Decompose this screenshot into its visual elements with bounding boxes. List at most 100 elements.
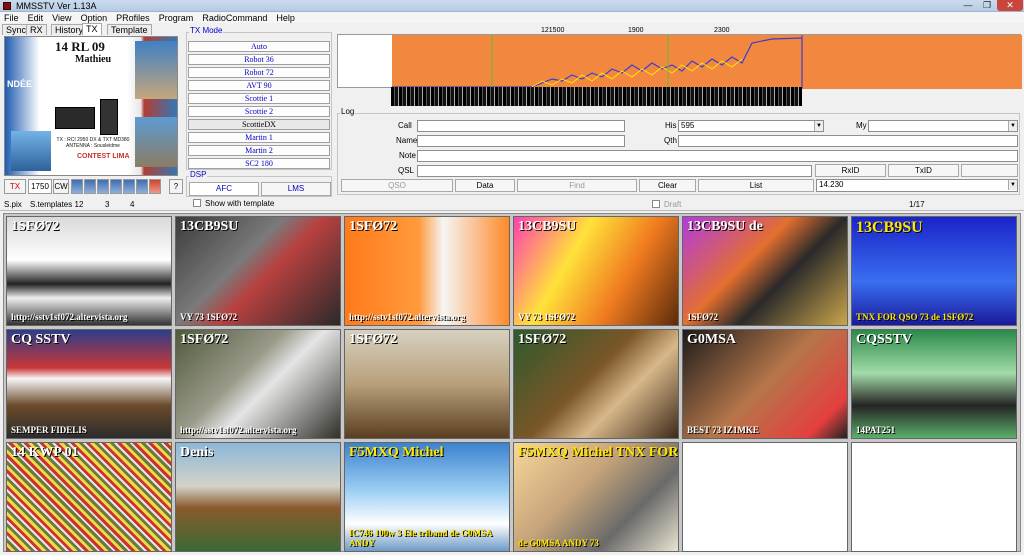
chevron-down-icon[interactable]: ▼ bbox=[1008, 121, 1017, 131]
note-field[interactable] bbox=[417, 150, 1018, 162]
draft-checkbox[interactable] bbox=[652, 200, 660, 208]
gallery-thumbnail[interactable]: 1SFØ72 bbox=[513, 329, 679, 439]
thumbnail-caption: 1SFØ72 bbox=[180, 332, 229, 347]
image-tool-icon[interactable] bbox=[97, 179, 109, 194]
freq-label-1: 121500 bbox=[541, 27, 565, 34]
gallery-thumbnail[interactable]: CQSSTV 14PAT251 bbox=[851, 329, 1017, 439]
tab-templates4[interactable]: 4 bbox=[130, 200, 134, 210]
gallery-thumbnail[interactable]: 13CB9SU VY 73 1SFØ72 bbox=[175, 216, 341, 326]
clear-button[interactable]: Clear bbox=[639, 179, 696, 192]
thumbnail-subcaption: IC746 100w 3 Ele triband de G0MSA ANDY bbox=[349, 528, 493, 548]
help-button[interactable]: ? bbox=[169, 179, 183, 194]
draft-label[interactable]: Draft bbox=[652, 200, 681, 210]
gallery-thumbnail[interactable]: 14 KWP 01 bbox=[6, 442, 172, 552]
show-template-checkbox[interactable] bbox=[193, 199, 201, 207]
image-tool-icon[interactable] bbox=[84, 179, 96, 194]
gallery-thumbnail[interactable]: 13CB9SU VY 73 1SFØ72 bbox=[513, 216, 679, 326]
mode-button-robot72[interactable]: Robot 72 bbox=[188, 67, 330, 78]
image-tool-icon[interactable] bbox=[110, 179, 122, 194]
gallery-thumbnail[interactable]: 1SFØ72 http://sstv1sf072.altervista.org bbox=[175, 329, 341, 439]
empty-slot[interactable] bbox=[851, 442, 1017, 552]
his-value: 595 bbox=[681, 121, 695, 130]
tab-templates3[interactable]: 3 bbox=[105, 200, 109, 210]
tx-mode-group: TX Mode Auto Robot 36 Robot 72 AVT 90 Sc… bbox=[186, 26, 332, 170]
image-tool-icon[interactable] bbox=[71, 179, 83, 194]
spectrum-trace bbox=[392, 35, 803, 89]
mode-button-martin1[interactable]: Martin 1 bbox=[188, 132, 330, 143]
his-field[interactable]: 595 ▼ bbox=[678, 120, 824, 132]
gallery-tabs: S.pix S.templates 1 2 3 4 Draft 1/17 bbox=[0, 199, 1024, 211]
gallery-thumbnail[interactable]: F5MXQ Michel IC746 100w 3 Ele triband de … bbox=[344, 442, 510, 552]
image-tool-icon[interactable] bbox=[123, 179, 135, 194]
cw-button[interactable]: CW bbox=[53, 179, 69, 194]
gallery-thumbnail[interactable]: 13CB9SU de 1SFØ72 bbox=[682, 216, 848, 326]
my-field[interactable]: ▼ bbox=[868, 120, 1018, 132]
tx-toolbar: TX 1750 CW ? bbox=[4, 179, 184, 194]
gallery-thumbnail[interactable]: 1SFØ72 http://sstv1sf072.altervista.org bbox=[6, 216, 172, 326]
mode-button-avt90[interactable]: AVT 90 bbox=[188, 80, 330, 91]
tab-templates2[interactable]: 2 bbox=[79, 200, 83, 210]
tx-frequency-field[interactable]: 1750 bbox=[28, 179, 52, 194]
sync-button[interactable] bbox=[961, 164, 1018, 177]
qsl-field[interactable] bbox=[417, 165, 812, 177]
empty-slot[interactable] bbox=[682, 442, 848, 552]
qth-field[interactable] bbox=[678, 135, 1018, 147]
mode-button-robot36[interactable]: Robot 36 bbox=[188, 54, 330, 65]
show-template-row[interactable]: Show with template bbox=[193, 199, 274, 209]
tx-image-preview[interactable]: 14 RL 09 Mathieu NDÉE TX : RCI 2950 DX &… bbox=[4, 36, 178, 176]
frequency-value: 14.230 bbox=[819, 180, 844, 189]
call-field[interactable] bbox=[417, 120, 625, 132]
chevron-down-icon[interactable]: ▼ bbox=[814, 121, 823, 131]
image-tool-icon[interactable] bbox=[149, 179, 161, 194]
window-title: MMSSTV Ver 1.13A bbox=[16, 1, 97, 11]
gallery-thumbnail[interactable]: 1SFØ72 http://sstv1sf072.altervista.org bbox=[344, 216, 510, 326]
thumbnail-subcaption: http://sstv1sf072.altervista.org bbox=[349, 312, 466, 322]
data-button[interactable]: Data bbox=[455, 179, 515, 192]
rxid-button[interactable]: RxID bbox=[815, 164, 886, 177]
mode-button-scottie1[interactable]: Scottie 1 bbox=[188, 93, 330, 104]
minimize-button[interactable]: — bbox=[959, 0, 977, 11]
gallery-thumbnail[interactable]: F5MXQ Michel TNX FOR QSO de G0MSA ANDY 73 bbox=[513, 442, 679, 552]
gallery-thumbnail[interactable]: Denis bbox=[175, 442, 341, 552]
name-field[interactable] bbox=[417, 135, 625, 147]
thumbnail-subcaption: BEST 73 IZ1MKE bbox=[687, 425, 759, 435]
menu-help[interactable]: Help bbox=[273, 13, 298, 24]
mode-button-auto[interactable]: Auto bbox=[188, 41, 330, 52]
mode-button-martin2[interactable]: Martin 2 bbox=[188, 145, 330, 156]
tx-button[interactable]: TX bbox=[4, 179, 26, 194]
gallery-thumbnail[interactable]: 1SFØ72 bbox=[344, 329, 510, 439]
log-group: Log Call His 595 ▼ My ▼ Name Qth Note QSL… bbox=[337, 107, 1020, 195]
list-button[interactable]: List bbox=[698, 179, 814, 192]
frequency-field[interactable]: 14.230 ▼ bbox=[816, 179, 1018, 192]
thumbnail-caption: 13CB9SU bbox=[518, 219, 577, 234]
mode-button-scottie2[interactable]: Scottie 2 bbox=[188, 106, 330, 117]
name-label: Name bbox=[396, 136, 418, 145]
tab-spix[interactable]: S.pix bbox=[4, 200, 22, 210]
tx-image-name: Mathieu bbox=[75, 54, 112, 65]
close-button[interactable]: ✕ bbox=[997, 0, 1023, 11]
lms-button[interactable]: LMS bbox=[261, 182, 331, 196]
mode-button-sc2-180[interactable]: SC2 180 bbox=[188, 158, 330, 169]
gallery-thumbnail[interactable]: 13CB9SU TNX FOR QSO 73 de 1SFØ72 bbox=[851, 216, 1017, 326]
image-tool-icon[interactable] bbox=[136, 179, 148, 194]
txid-button[interactable]: TxID bbox=[888, 164, 959, 177]
title-bar: MMSSTV Ver 1.13A — ❐ ✕ bbox=[0, 0, 1024, 12]
qth-label: Qth bbox=[664, 136, 677, 145]
find-button[interactable]: Find bbox=[517, 179, 637, 192]
tx-image-callsign: 14 RL 09 bbox=[55, 39, 105, 54]
afc-button[interactable]: AFC bbox=[189, 182, 259, 196]
gallery-thumbnail[interactable]: G0MSA BEST 73 IZ1MKE bbox=[682, 329, 848, 439]
tx-image-region: NDÉE bbox=[7, 79, 33, 89]
maximize-button[interactable]: ❐ bbox=[978, 0, 996, 11]
tab-templates1[interactable]: S.templates 1 bbox=[30, 200, 79, 210]
tab-tx[interactable]: TX bbox=[82, 23, 102, 35]
qso-button[interactable]: QSO bbox=[341, 179, 453, 192]
waterfall-display[interactable] bbox=[391, 87, 802, 106]
gallery-thumbnail[interactable]: CQ SSTV SEMPER FIDELIS bbox=[6, 329, 172, 439]
tab-template[interactable]: Template bbox=[107, 24, 152, 35]
spectrum-display[interactable]: 121500 1900 2300 bbox=[337, 27, 1022, 89]
menu-radiocommand[interactable]: RadioCommand bbox=[199, 13, 270, 24]
mode-button-scottiedx[interactable]: ScottieDX bbox=[188, 119, 330, 130]
chevron-down-icon[interactable]: ▼ bbox=[1008, 180, 1017, 190]
tab-rx[interactable]: RX bbox=[26, 24, 47, 35]
